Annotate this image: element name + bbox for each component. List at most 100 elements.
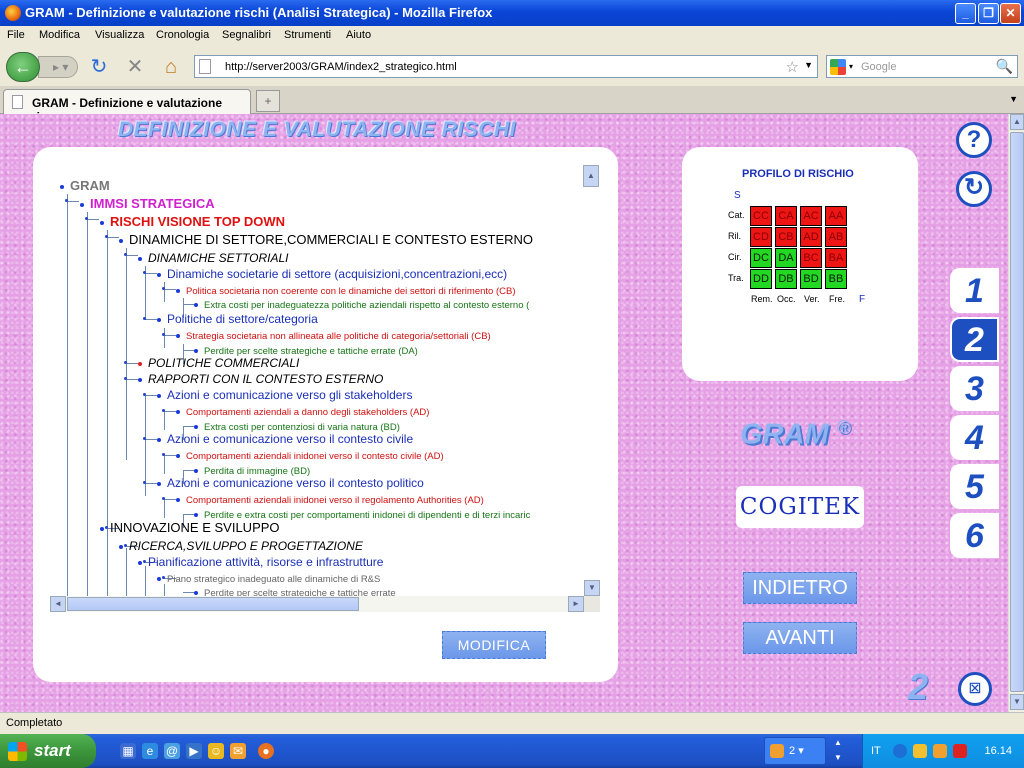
- tree-leaf[interactable]: Extra costi per inadeguatezza politiche …: [194, 297, 529, 313]
- risk-cell: DD: [750, 269, 772, 289]
- page-scroll-up-button[interactable]: ▲: [1010, 114, 1024, 130]
- media-player-icon[interactable]: ▶: [186, 743, 202, 759]
- bookmark-star-icon[interactable]: ☆: [786, 58, 799, 76]
- google-icon[interactable]: [830, 59, 846, 75]
- scroll-right-button[interactable]: ►: [568, 596, 584, 612]
- close-icon[interactable]: ⊠: [958, 672, 992, 706]
- tray-antivirus-icon[interactable]: [953, 744, 967, 758]
- tab-list-icon[interactable]: ▼: [1009, 94, 1018, 104]
- menu-visualizza[interactable]: Visualizza: [95, 29, 144, 41]
- horizontal-scroll-thumb[interactable]: [67, 597, 359, 611]
- modifica-button[interactable]: MODIFICA: [442, 631, 546, 659]
- tree-node[interactable]: INNOVAZIONE E SVILUPPO: [100, 521, 280, 535]
- tray-messenger-icon[interactable]: [933, 744, 947, 758]
- avanti-button[interactable]: AVANTI: [743, 622, 857, 654]
- title-bar: GRAM - Definizione e valutazione rischi …: [0, 0, 1024, 26]
- start-label: start: [34, 741, 71, 760]
- step-tab-6[interactable]: 6: [950, 513, 999, 558]
- tree-scroll-down-button[interactable]: ▼: [584, 580, 600, 596]
- tree-leaf[interactable]: Comportamenti aziendali inidonei verso i…: [176, 448, 444, 464]
- outlook-express-icon[interactable]: @: [164, 743, 180, 759]
- risk-cell: AA: [825, 206, 847, 226]
- minimize-button[interactable]: _: [955, 3, 976, 24]
- refresh-icon[interactable]: ↻: [956, 171, 992, 207]
- page-icon: [12, 95, 23, 109]
- tree-node-root[interactable]: GRAM: [60, 179, 110, 193]
- search-bar[interactable]: ▾ Google 🔍: [826, 55, 1018, 78]
- tree-node[interactable]: DINAMICHE SETTORIALI: [138, 251, 288, 265]
- tree-node[interactable]: Dinamiche societarie di settore (acquisi…: [157, 267, 507, 281]
- new-tab-button[interactable]: +: [256, 90, 280, 112]
- tree-node[interactable]: Azioni e comunicazione verso il contesto…: [157, 432, 413, 446]
- tree-node[interactable]: Azioni e comunicazione verso gli stakeho…: [157, 388, 412, 402]
- tree-node[interactable]: RICERCA,SVILUPPO E PROGETTAZIONE: [119, 539, 363, 553]
- page-scroll-thumb[interactable]: [1010, 132, 1024, 692]
- step-tab-1[interactable]: 1: [950, 268, 999, 313]
- address-bar[interactable]: http://server2003/GRAM/index2_strategico…: [194, 55, 818, 78]
- step-tab-3[interactable]: 3: [950, 366, 999, 411]
- search-placeholder: Google: [861, 61, 897, 73]
- mail-icon[interactable]: ✉: [230, 743, 246, 759]
- search-icon[interactable]: 🔍: [996, 58, 1013, 75]
- firefox-taskbar-icon[interactable]: ●: [258, 743, 274, 759]
- gram-brand: GRAM ®: [740, 417, 850, 452]
- tree-node[interactable]: Politiche di settore/categoria: [157, 312, 318, 326]
- tray-mail-icon[interactable]: [913, 744, 927, 758]
- language-indicator[interactable]: IT: [871, 745, 881, 757]
- risk-cell: BA: [825, 248, 847, 268]
- menu-file[interactable]: File: [7, 29, 25, 41]
- start-button[interactable]: start: [0, 734, 96, 768]
- tab-gram[interactable]: GRAM - Definizione e valutazione ris...: [3, 89, 251, 124]
- menu-cronologia[interactable]: Cronologia: [156, 29, 209, 41]
- risk-cell: CC: [750, 206, 772, 226]
- taskbar-group-button[interactable]: 2 ▾: [764, 737, 826, 765]
- tree-scroll-up-button[interactable]: ▲: [583, 165, 599, 187]
- forward-button[interactable]: ▸ ▾: [38, 56, 78, 78]
- tree-leaf[interactable]: Perdite per scelte strategiche e tattich…: [194, 585, 396, 596]
- gram-brand-text: GRAM: [740, 418, 829, 451]
- tree-horizontal-scrollbar[interactable]: ◄ ►: [50, 596, 584, 612]
- home-icon[interactable]: ⌂: [160, 56, 182, 78]
- tree-leaf[interactable]: Comportamenti aziendali a danno degli st…: [176, 404, 429, 420]
- taskbar-group-count: 2: [789, 745, 796, 757]
- maximize-button[interactable]: ❐: [978, 3, 999, 24]
- close-window-button[interactable]: ✕: [1000, 3, 1021, 24]
- taskbar-scroll-down-icon[interactable]: ▼: [834, 753, 842, 762]
- tree-node[interactable]: DINAMICHE DI SETTORE,COMMERCIALI E CONTE…: [119, 233, 533, 247]
- tree-node[interactable]: IMMSI STRATEGICA: [80, 197, 215, 211]
- reload-icon[interactable]: ↻: [88, 56, 110, 78]
- tree-node[interactable]: Pianificazione attività, risorse e infra…: [138, 555, 383, 569]
- risk-col-label: Occ.: [777, 294, 796, 304]
- registered-mark: ®: [836, 417, 850, 437]
- indietro-button[interactable]: INDIETRO: [743, 572, 857, 604]
- show-desktop-icon[interactable]: ▦: [120, 743, 136, 759]
- tree-node[interactable]: POLITICHE COMMERCIALI: [138, 356, 299, 370]
- menu-segnalibri[interactable]: Segnalibri: [222, 29, 271, 41]
- page-vertical-scrollbar[interactable]: ▲ ▼: [1008, 114, 1024, 712]
- tree-node[interactable]: RISCHI VISIONE TOP DOWN: [100, 215, 285, 229]
- page-scroll-down-button[interactable]: ▼: [1010, 694, 1024, 710]
- system-tray: IT 16.14: [862, 734, 1024, 768]
- menu-strumenti[interactable]: Strumenti: [284, 29, 331, 41]
- risk-cell: DA: [775, 248, 797, 268]
- stop-icon[interactable]: ✕: [124, 56, 146, 78]
- menu-aiuto[interactable]: Aiuto: [346, 29, 371, 41]
- back-button[interactable]: ←: [6, 52, 40, 82]
- risk-cell: AC: [800, 206, 822, 226]
- scroll-left-button[interactable]: ◄: [50, 596, 66, 612]
- tree-leaf[interactable]: Strategia societaria non allineata alle …: [176, 328, 491, 344]
- step-tab-4[interactable]: 4: [950, 415, 999, 460]
- step-tab-2[interactable]: 2: [950, 317, 999, 362]
- step-tab-5[interactable]: 5: [950, 464, 999, 509]
- internet-explorer-icon[interactable]: e: [142, 743, 158, 759]
- search-engine-dropdown-icon[interactable]: ▾: [849, 62, 853, 71]
- tray-expand-icon[interactable]: [893, 744, 907, 758]
- tree-node[interactable]: Azioni e comunicazione verso il contesto…: [157, 476, 424, 490]
- help-icon[interactable]: ?: [956, 122, 992, 158]
- tree-leaf[interactable]: Comportamenti aziendali inidonei verso i…: [176, 492, 484, 508]
- messenger-icon[interactable]: ☺: [208, 743, 224, 759]
- tree-node[interactable]: RAPPORTI CON IL CONTESTO ESTERNO: [138, 372, 383, 386]
- menu-modifica[interactable]: Modifica: [39, 29, 80, 41]
- taskbar-scroll-up-icon[interactable]: ▲: [834, 738, 842, 747]
- url-dropdown-icon[interactable]: ▼: [804, 60, 813, 70]
